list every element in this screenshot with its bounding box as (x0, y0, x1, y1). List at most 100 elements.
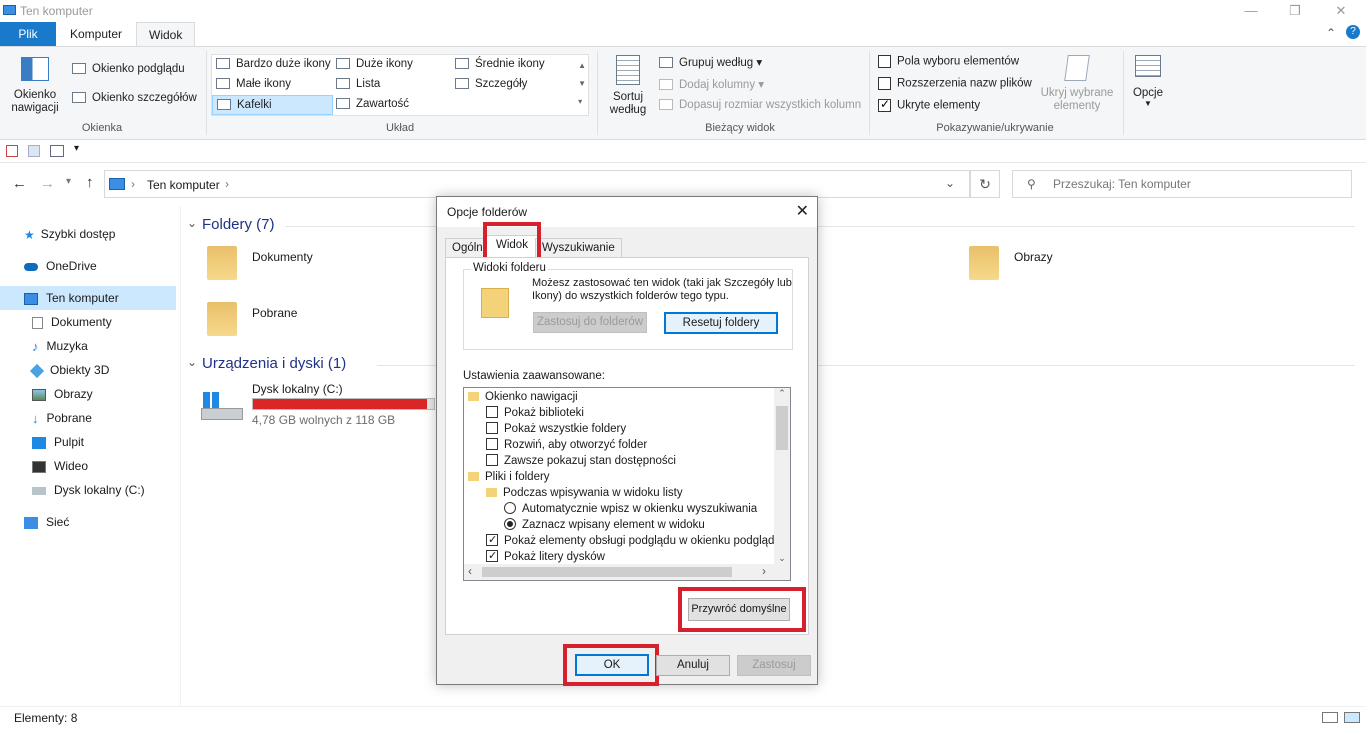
chevron-down-icon[interactable]: ⌄ (187, 355, 197, 369)
add-columns-button[interactable]: Dodaj kolumny ▾ (659, 77, 764, 91)
nav-item-this-pc[interactable]: Ten komputer (0, 286, 176, 310)
tree-item[interactable]: Okienko nawigacji (468, 389, 578, 405)
checkbox[interactable] (486, 454, 498, 466)
address-box[interactable]: › Ten komputer › ⌄ (104, 170, 970, 198)
maximize-button[interactable]: ❐ (1272, 0, 1318, 22)
folder-name[interactable]: Pobrane (252, 306, 297, 320)
devices-header[interactable]: Urządzenia i dyski (1) (202, 355, 346, 372)
checkbox[interactable] (486, 406, 498, 418)
nav-item-downloads[interactable]: ↓ Pobrane (0, 406, 176, 430)
hidden-items-toggle[interactable]: Ukryte elementy (878, 97, 980, 112)
close-icon[interactable]: ✕ (796, 201, 809, 221)
folder-name[interactable]: Dokumenty (252, 250, 313, 264)
radio-button[interactable] (504, 518, 516, 530)
scroll-thumb[interactable] (776, 406, 788, 450)
nav-item-onedrive[interactable]: OneDrive (0, 254, 176, 278)
checkbox[interactable] (486, 548, 498, 564)
nav-item-documents[interactable]: Dokumenty (0, 310, 176, 334)
hide-selected-button[interactable]: Ukryj wybrane elementy (1038, 55, 1116, 113)
checkbox[interactable] (878, 97, 891, 112)
chevron-down-icon[interactable]: ⌄ (187, 216, 197, 230)
extensions-toggle[interactable]: Rozszerzenia nazw plików (878, 77, 1032, 90)
reset-folders-button[interactable]: Resetuj foldery (664, 312, 778, 334)
tab-computer[interactable]: Komputer (58, 22, 134, 46)
drive-name[interactable]: Dysk lokalny (C:) (252, 382, 343, 396)
chevron-right-icon[interactable]: › (225, 177, 229, 191)
cancel-button[interactable]: Anuluj (656, 655, 730, 676)
layout-details[interactable]: Szczegóły (455, 78, 527, 90)
nav-item-videos[interactable]: Wideo (0, 454, 176, 478)
group-by-button[interactable]: Grupuj według ▾ (659, 55, 762, 69)
sort-by-button[interactable]: Sortuj według (602, 53, 654, 117)
chevron-up-icon[interactable]: ⌃ (1326, 26, 1336, 40)
nav-item-quick-access[interactable]: ★ Szybki dostęp (0, 222, 176, 246)
layout-large[interactable]: Duże ikony (336, 58, 413, 70)
apply-button[interactable]: Zastosuj (737, 655, 811, 676)
layout-medium[interactable]: Średnie ikony (455, 58, 545, 70)
tree-item[interactable]: Zaznacz wpisany element w widoku (504, 517, 705, 533)
options-button[interactable]: Opcje ▼ (1128, 55, 1168, 108)
tree-item[interactable]: Pokaż wszystkie foldery (486, 421, 626, 437)
address-path[interactable]: Ten komputer (147, 178, 220, 192)
rename-icon[interactable] (50, 145, 64, 157)
nav-item-pictures[interactable]: Obrazy (0, 382, 176, 406)
tree-item[interactable]: Pliki i foldery (468, 469, 550, 485)
advanced-settings-tree[interactable]: Okienko nawigacji Pokaż biblioteki Pokaż w… (463, 387, 791, 581)
horizontal-scrollbar[interactable]: ‹ › (464, 564, 790, 580)
scroll-down-icon[interactable]: ⌄ (774, 553, 790, 564)
checkbox[interactable] (878, 77, 891, 90)
nav-pane-button[interactable]: Okienko nawigacji (6, 53, 64, 115)
chevron-down-icon[interactable]: ⌄ (945, 176, 955, 190)
apply-to-folders-button[interactable]: Zastosuj do folderów (533, 312, 647, 333)
layout-content[interactable]: Zawartość (336, 98, 409, 110)
properties-icon[interactable] (6, 145, 18, 157)
refresh-button[interactable]: ↻ (970, 170, 1000, 198)
scroll-right-icon[interactable]: › (762, 564, 766, 578)
search-input[interactable]: ⚲ Przeszukaj: Ten komputer (1012, 170, 1352, 198)
tree-item[interactable]: Pokaż elementy obsługi podglądu w okienk… (486, 532, 781, 549)
tree-item[interactable]: Automatycznie wpisz w okienku wyszukiwan… (504, 501, 757, 517)
item-checkboxes-toggle[interactable]: Pola wyboru elementów (878, 55, 1019, 68)
scroll-up-icon[interactable]: ⌃ (774, 388, 790, 399)
minimize-button[interactable]: — (1228, 0, 1274, 22)
large-icons-view-icon[interactable] (1344, 712, 1360, 723)
tree-item[interactable]: Zawsze pokazuj stan dostępności (486, 453, 676, 469)
recent-icon[interactable]: ▾ (66, 176, 71, 187)
nav-item-network[interactable]: Sieć (0, 510, 176, 534)
preview-pane-button[interactable]: Okienko podglądu (72, 63, 185, 75)
back-icon[interactable]: ← (12, 175, 27, 192)
tree-item[interactable]: Pokaż litery dysków (486, 548, 605, 565)
up-icon[interactable]: ↑ (86, 174, 94, 191)
radio-button[interactable] (504, 502, 516, 514)
folders-header[interactable]: Foldery (7) (202, 216, 275, 233)
checkbox[interactable] (486, 438, 498, 450)
nav-item-3d-objects[interactable]: Obiekty 3D (0, 358, 176, 382)
tree-item[interactable]: Podczas wpisywania w widoku listy (486, 485, 683, 501)
nav-item-desktop[interactable]: Pulpit (0, 430, 176, 454)
tree-item[interactable]: Rozwiń, aby otworzyć folder (486, 437, 647, 453)
close-button[interactable]: ✕ (1318, 0, 1364, 22)
checkbox[interactable] (486, 532, 498, 548)
folder-name[interactable]: Obrazy (1014, 250, 1053, 264)
details-pane-button[interactable]: Okienko szczegółów (72, 92, 197, 104)
layout-extra-large[interactable]: Bardzo duże ikony (216, 58, 331, 70)
layout-list[interactable]: Lista (336, 78, 380, 90)
tab-search[interactable]: Wyszukiwanie (535, 238, 622, 257)
new-folder-icon[interactable] (28, 145, 40, 157)
tab-view[interactable]: Widok (136, 22, 196, 46)
tab-file[interactable]: Plik (0, 22, 56, 46)
details-view-icon[interactable] (1322, 712, 1338, 723)
layout-tiles[interactable]: Kafelki (212, 95, 333, 115)
tree-item[interactable]: Pokaż biblioteki (486, 405, 584, 421)
nav-item-music[interactable]: ♪ Muzyka (0, 334, 176, 358)
help-icon[interactable]: ? (1346, 25, 1360, 39)
checkbox[interactable] (486, 422, 498, 434)
forward-icon[interactable]: → (40, 175, 55, 192)
nav-item-local-disk[interactable]: Dysk lokalny (C:) (0, 478, 176, 502)
scroll-left-icon[interactable]: ‹ (468, 564, 472, 578)
fit-columns-button[interactable]: Dopasuj rozmiar wszystkich kolumn (659, 99, 861, 111)
vertical-scrollbar[interactable]: ⌃ ⌄ (774, 388, 790, 564)
customize-qat-icon[interactable]: ▾ (74, 143, 79, 154)
gallery-scroll-icon[interactable]: ▲ ▼ ▾ (578, 57, 586, 111)
scroll-thumb[interactable] (482, 567, 732, 577)
